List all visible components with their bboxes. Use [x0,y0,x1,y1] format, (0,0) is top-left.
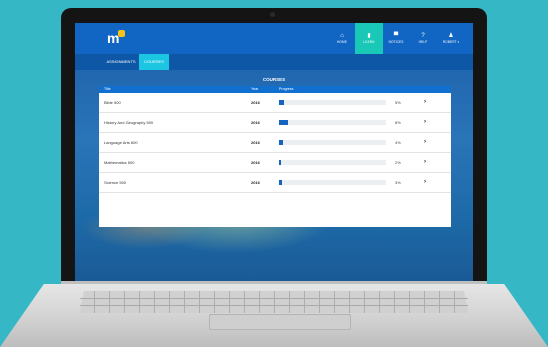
column-header-title: Title [104,87,111,91]
laptop-screen: m ⌂ HOME ▮ LEARN ▀ NOTICES ? HELP ♟ ROBE… [75,23,473,282]
help-icon: ? [421,33,425,39]
table-row[interactable]: Science 500 2016 3% › [99,173,451,193]
table-header [99,86,451,93]
course-title[interactable]: Science 500 [104,173,126,192]
keyboard [80,291,468,313]
table-row[interactable]: Language Arts 600 2016 4% › [99,133,451,153]
progress-bar [279,180,386,185]
nav-label: NOTICES [388,40,404,44]
progress-fill [279,100,285,105]
logo-badge-icon [118,30,125,37]
nav-help[interactable]: ? HELP [410,23,436,54]
table-row[interactable]: Bible 500 2016 5% › [99,93,451,113]
webcam [270,12,275,17]
progress-percent: 4% [395,140,401,145]
nav-notices[interactable]: ▀ NOTICES [383,23,409,54]
course-year: 2016 [251,160,260,165]
chevron-right-icon[interactable]: › [424,93,426,112]
progress-bar [279,100,386,105]
course-title[interactable]: Language Arts 600 [104,133,138,152]
table-row[interactable]: History And Geography 500 2016 8% › [99,113,451,133]
course-title[interactable]: Mathematics 500 [104,153,134,172]
keyboard-row-divider [80,298,468,299]
progress-fill [279,140,284,145]
progress-fill [279,120,288,125]
chevron-right-icon[interactable]: › [424,153,426,172]
progress-percent: 3% [395,180,401,185]
progress-percent: 8% [395,120,401,125]
chevron-right-icon[interactable]: › [424,133,426,152]
progress-bar [279,120,386,125]
column-header-progress: Progress [279,87,294,91]
course-year: 2016 [251,100,260,105]
tab-assignments[interactable]: ASSIGNMENTS [103,54,139,70]
notices-icon: ▀ [393,33,399,39]
home-icon: ⌂ [340,33,344,39]
progress-bar [279,140,386,145]
progress-percent: 2% [395,160,401,165]
nav-user-menu[interactable]: ♟ ROBERT ▾ [435,23,467,54]
course-title[interactable]: History And Geography 500 [104,113,153,132]
progress-fill [279,160,282,165]
progress-bar [279,160,386,165]
course-year: 2016 [251,120,260,125]
tab-courses[interactable]: COURSES [139,54,169,70]
nav-home[interactable]: ⌂ HOME [329,23,355,54]
course-year: 2016 [251,140,260,145]
chevron-right-icon[interactable]: › [424,173,426,192]
nav-learn[interactable]: ▮ LEARN [355,23,383,54]
table-row[interactable]: Mathematics 500 2016 2% › [99,153,451,173]
column-header-year: Year [251,87,259,91]
user-icon: ♟ [448,33,454,39]
course-year: 2016 [251,180,260,185]
trackpad[interactable] [209,314,351,330]
progress-percent: 5% [395,100,401,105]
page-title: COURSES [262,77,286,82]
learn-icon: ▮ [367,33,371,39]
chevron-right-icon[interactable]: › [424,113,426,132]
nav-label: LEARN [363,40,375,44]
progress-fill [279,180,283,185]
nav-label: HELP [418,40,428,44]
nav-label: HOME [337,40,347,44]
keyboard-row-divider [80,305,468,306]
laptop-bezel: m ⌂ HOME ▮ LEARN ▀ NOTICES ? HELP ♟ ROBE… [61,8,487,289]
nav-label: ROBERT ▾ [442,40,460,44]
course-title[interactable]: Bible 500 [104,93,121,112]
